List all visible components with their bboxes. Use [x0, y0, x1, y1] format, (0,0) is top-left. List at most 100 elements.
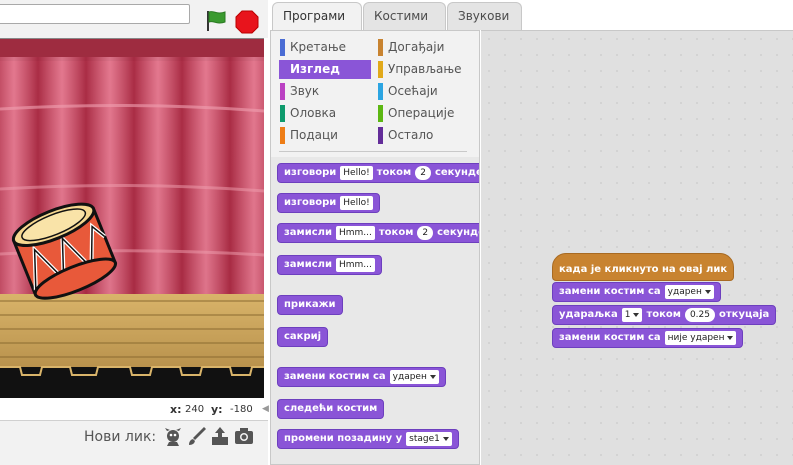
block-text: замени костим са [559, 286, 661, 297]
tab-costumes[interactable]: Костими [363, 2, 446, 30]
category-label: Операције [388, 106, 455, 120]
category-motion[interactable]: Кретање [279, 38, 371, 57]
category-swatch [378, 83, 383, 100]
tab-sounds[interactable]: Звукови [447, 2, 522, 30]
block-text: изговори [284, 167, 337, 178]
costume-dropdown[interactable]: није ударен [664, 331, 737, 345]
category-label: Кретање [290, 40, 347, 54]
block-text: прикажи [284, 299, 336, 310]
category-sensing[interactable]: Осећаји [377, 82, 469, 101]
category-swatch [280, 83, 285, 100]
block-text: секунде [437, 227, 479, 238]
category-pen[interactable]: Оловка [279, 104, 371, 123]
category-swatch [280, 127, 285, 144]
beats-input[interactable]: 0.25 [684, 308, 715, 322]
block-text: замисли [284, 259, 332, 270]
costume-dropdown[interactable]: ударен [389, 370, 439, 384]
stage-header [0, 0, 268, 38]
block-hide[interactable]: сакриј [277, 327, 329, 347]
block-text: промени позадину у [284, 433, 403, 444]
script-hat-when-sprite-clicked[interactable]: када је кликнуто на овај лик [552, 253, 735, 281]
block-next-costume[interactable]: следећи костим [277, 399, 385, 419]
block-text: када је кликнуто на овај лик [559, 264, 728, 275]
block-text: следећи костим [284, 403, 378, 414]
category-swatch [280, 105, 285, 122]
x-value: 240 [185, 404, 205, 415]
block-say[interactable]: изговори Hello! [277, 193, 380, 213]
script-switch-costume[interactable]: замени костим са ударен [552, 282, 721, 302]
category-sound[interactable]: Звук [279, 82, 371, 101]
category-swatch [280, 61, 285, 78]
collapse-arrow-icon[interactable]: ◀ [262, 404, 270, 416]
new-sprite-bar: Нови лик: [0, 420, 268, 465]
block-input[interactable]: 2 [417, 226, 434, 240]
camera-icon[interactable] [233, 425, 255, 447]
block-think[interactable]: замисли Hmm... [277, 255, 382, 275]
costume-dropdown[interactable]: ударен [664, 285, 714, 299]
category-label: Подаци [290, 128, 338, 142]
category-label: Остало [388, 128, 434, 142]
block-show[interactable]: прикажи [277, 295, 343, 315]
block-text: секунде [434, 167, 480, 178]
category-label: Осећаји [388, 84, 438, 98]
block-switch-backdrop[interactable]: промени позадину у stage1 [277, 429, 459, 449]
category-more-blocks[interactable]: Остало [377, 126, 469, 145]
script-area[interactable]: када је кликнуто на овај лик замени кост… [481, 30, 793, 465]
category-label: Оловка [290, 106, 337, 120]
upload-icon[interactable] [209, 425, 231, 447]
block-input[interactable]: Hmm... [336, 226, 375, 240]
category-swatch [378, 105, 383, 122]
block-input[interactable]: Hmm... [336, 258, 375, 272]
mouse-coordinates: x: 240 y: -180 [0, 399, 268, 419]
category-data[interactable]: Подаци [279, 126, 371, 145]
category-control[interactable]: Управљање [377, 60, 469, 79]
stage[interactable] [0, 38, 264, 398]
category-swatch [280, 39, 285, 56]
category-label: Управљање [388, 62, 462, 76]
category-swatch [378, 127, 383, 144]
block-text: ударaљка [559, 309, 618, 320]
category-swatch [378, 61, 383, 78]
block-input[interactable]: 2 [415, 166, 431, 180]
block-text: откуцаја [718, 309, 770, 320]
block-switch-costume[interactable]: замени костим са ударен [277, 367, 446, 387]
stop-icon[interactable] [235, 10, 259, 34]
category-events[interactable]: Догађаји [377, 38, 469, 57]
block-think-for-secs[interactable]: замисли Hmm... током 2 секунде [277, 223, 479, 243]
paint-brush-icon[interactable] [186, 425, 208, 447]
script-play-drum[interactable]: ударaљка 1 током 0.25 откуцаја [552, 305, 777, 325]
block-text: током [378, 227, 414, 238]
block-input[interactable]: Hello! [340, 196, 373, 210]
block-text: замени костим са [284, 371, 386, 382]
x-label: x: [170, 403, 182, 416]
tab-programs[interactable]: Програми [272, 2, 362, 32]
block-text: изговори [284, 197, 337, 208]
editor-tabs: Програми Костими Звукови [270, 0, 793, 32]
drum-dropdown[interactable]: 1 [621, 308, 643, 322]
green-flag-icon[interactable] [204, 10, 228, 32]
category-swatch [378, 39, 383, 56]
block-text: током [646, 309, 681, 320]
y-label: y: [211, 403, 223, 416]
block-palette: Кретање Догађаји Изглед Управљање Звук О… [270, 30, 480, 465]
backdrop-dropdown[interactable]: stage1 [406, 432, 452, 446]
drum-sprite[interactable] [8, 193, 118, 303]
category-looks[interactable]: Изглед [279, 60, 371, 79]
y-value: -180 [230, 404, 253, 415]
block-text: замисли [284, 227, 332, 238]
block-input[interactable]: Hello! [340, 166, 373, 180]
block-text: током [376, 167, 412, 178]
script-switch-costume[interactable]: замени костим са није ударен [552, 328, 744, 348]
category-list: Кретање Догађаји Изглед Управљање Звук О… [271, 31, 479, 157]
category-label: Звук [290, 84, 320, 98]
new-sprite-label: Нови лик: [84, 429, 157, 445]
category-label: Догађаји [388, 40, 445, 54]
category-operators[interactable]: Операције [377, 104, 469, 123]
block-say-for-secs[interactable]: изговори Hello! током 2 секунде [277, 163, 480, 183]
category-divider [279, 151, 467, 152]
scratch-editor: x: 240 y: -180 ◀ Нови лик: Програми Кост… [0, 0, 793, 465]
block-text: сакриј [284, 331, 322, 342]
sprite-library-icon[interactable] [162, 425, 184, 447]
block-text: замени костим са [559, 332, 661, 343]
project-title-input[interactable] [0, 4, 190, 24]
